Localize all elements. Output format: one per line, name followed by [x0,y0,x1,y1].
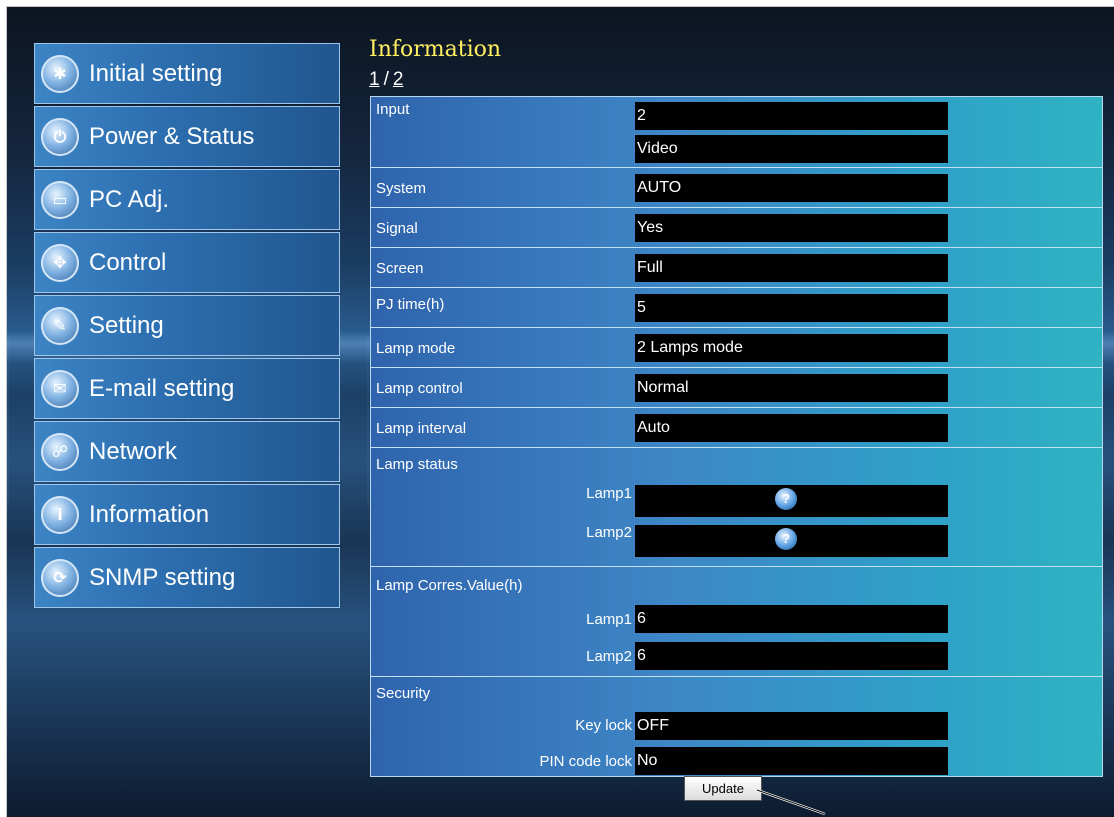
sidebar-item-control[interactable]: ✥ Control [34,232,340,293]
lamp-mode-value: 2 Lamps mode [635,334,948,362]
power-icon: ⏻ [41,117,79,156]
page-separator: / [383,69,389,90]
page-link-next[interactable]: 2 [393,69,404,90]
pj-time-value: 5 [635,294,948,322]
lamp-bulb-icon: ? [775,528,797,550]
pin-code-lock-value: No [635,747,948,775]
screen-value: Full [635,254,948,282]
callout-pointer-icon [756,788,826,816]
update-button[interactable]: Update [684,776,762,801]
row-screen: Screen Full [371,248,1102,288]
sidebar-item-label: Setting [89,311,164,339]
snmp-icon: ⟳ [41,558,79,597]
corres-lamp2-label: Lamp2 [586,648,632,665]
information-panel: Input 2 Video System AUTO Signal Yes Scr… [370,96,1103,777]
page-link-current[interactable]: 1 [369,69,380,90]
row-lamp-status: Lamp status Lamp1 ? Lamp2 ? [371,448,1102,567]
signal-label: Signal [376,220,418,237]
sidebar-item-label: Initial setting [89,59,223,87]
sidebar-item-information[interactable]: i Information [34,484,340,545]
sidebar-item-snmp-setting[interactable]: ⟳ SNMP setting [34,547,340,608]
lamp-status-label: Lamp status [376,456,458,473]
lamp2-status-label: Lamp2 [586,524,632,541]
wrench-gear-icon: ✱ [41,54,79,93]
corres-lamp2-value: 6 [635,642,948,670]
system-value: AUTO [635,174,948,202]
row-lamp-interval: Lamp interval Auto [371,408,1102,448]
lamp2-status-value: ? [635,525,948,557]
monitor-icon: ▭ [41,180,79,219]
sidebar-item-email-setting[interactable]: ✉ E-mail setting [34,358,340,419]
pj-time-label: PJ time(h) [376,296,445,313]
lamp-interval-label: Lamp interval [376,420,467,437]
control-icon: ✥ [41,243,79,282]
row-security: Security Key lock OFF PIN code lock No [371,677,1102,776]
pagination: 1/2 [369,69,403,91]
lamp-mode-label: Lamp mode [376,340,456,357]
input-value: 2 [635,102,948,130]
corres-lamp1-value: 6 [635,605,948,633]
sidebar-item-initial-setting[interactable]: ✱ Initial setting [34,43,340,104]
sidebar-item-label: Network [89,437,178,465]
system-label: System [376,180,427,197]
row-input: Input 2 Video [371,97,1102,168]
sidebar-item-label: Power & Status [89,122,255,150]
tools-icon: ✎ [41,306,79,345]
lamp-control-value: Normal [635,374,948,402]
lamp-control-label: Lamp control [376,380,463,397]
key-lock-value: OFF [635,712,948,740]
page-background: ✱ Initial setting ⏻ Power & Status ▭ PC … [6,6,1114,817]
row-signal: Signal Yes [371,208,1102,248]
lamp-bulb-icon: ? [775,488,797,510]
security-label: Security [376,685,431,702]
row-lamp-control: Lamp control Normal [371,368,1102,408]
lamp1-status-label: Lamp1 [586,485,632,502]
input-type-value: Video [635,135,948,163]
lamp1-status-value: ? [635,485,948,517]
mail-icon: ✉ [41,369,79,408]
row-lamp-corres-value: Lamp Corres.Value(h) Lamp1 6 Lamp2 6 [371,567,1102,677]
network-icon: ☍ [41,432,79,471]
sidebar-item-setting[interactable]: ✎ Setting [34,295,340,356]
pin-code-lock-label: PIN code lock [539,753,632,770]
sidebar-item-label: PC Adj. [89,185,170,213]
signal-value: Yes [635,214,948,242]
sidebar-item-label: Information [89,500,210,528]
screen-label: Screen [376,260,424,277]
lamp-corres-label: Lamp Corres.Value(h) [376,577,523,594]
sidebar-item-power-status[interactable]: ⏻ Power & Status [34,106,340,167]
row-lamp-mode: Lamp mode 2 Lamps mode [371,328,1102,368]
sidebar-item-label: E-mail setting [89,374,235,402]
info-icon: i [41,495,79,534]
lamp-interval-value: Auto [635,414,948,442]
sidebar-menu: ✱ Initial setting ⏻ Power & Status ▭ PC … [34,43,340,610]
input-label: Input [376,101,410,118]
corres-lamp1-label: Lamp1 [586,611,632,628]
row-pj-time: PJ time(h) 5 [371,288,1102,328]
row-system: System AUTO [371,168,1102,208]
key-lock-label: Key lock [575,717,632,734]
page-title: Information [369,37,502,62]
sidebar-item-label: SNMP setting [89,563,236,591]
sidebar-item-label: Control [89,248,167,276]
sidebar-item-network[interactable]: ☍ Network [34,421,340,482]
sidebar-item-pc-adj[interactable]: ▭ PC Adj. [34,169,340,230]
